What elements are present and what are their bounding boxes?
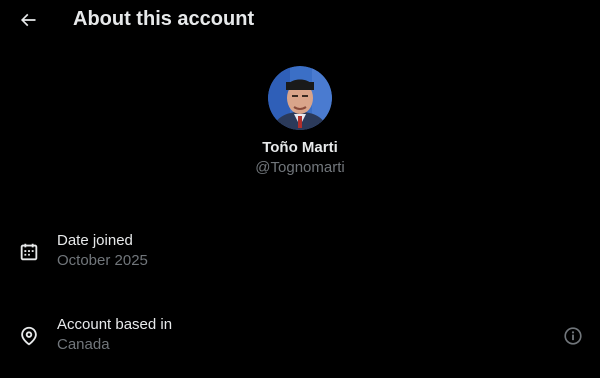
page-title: About this account (73, 8, 255, 30)
date-joined-row: Date joined October 2025 (0, 231, 600, 283)
header: About this account (0, 0, 600, 40)
date-joined-text: Date joined October 2025 (57, 231, 148, 271)
location-pin-icon (21, 326, 37, 346)
account-based-in-text: Account based in Canada (57, 315, 172, 355)
display-name: Toño Marti (262, 139, 338, 156)
account-based-in-row: Account based in Canada (0, 315, 600, 367)
handle: @Tognomarti (255, 159, 345, 176)
profile-summary: Toño Marti @Tognomarti (0, 66, 600, 178)
account-based-in-value: Canada (57, 336, 110, 353)
date-joined-value: October 2025 (57, 252, 148, 269)
back-button[interactable] (14, 6, 42, 34)
date-joined-label: Date joined (57, 232, 133, 249)
arrow-left-icon (20, 13, 36, 27)
account-based-in-label: Account based in (57, 316, 173, 333)
info-icon[interactable] (562, 325, 584, 347)
calendar-icon (20, 243, 38, 261)
avatar[interactable] (268, 66, 332, 130)
